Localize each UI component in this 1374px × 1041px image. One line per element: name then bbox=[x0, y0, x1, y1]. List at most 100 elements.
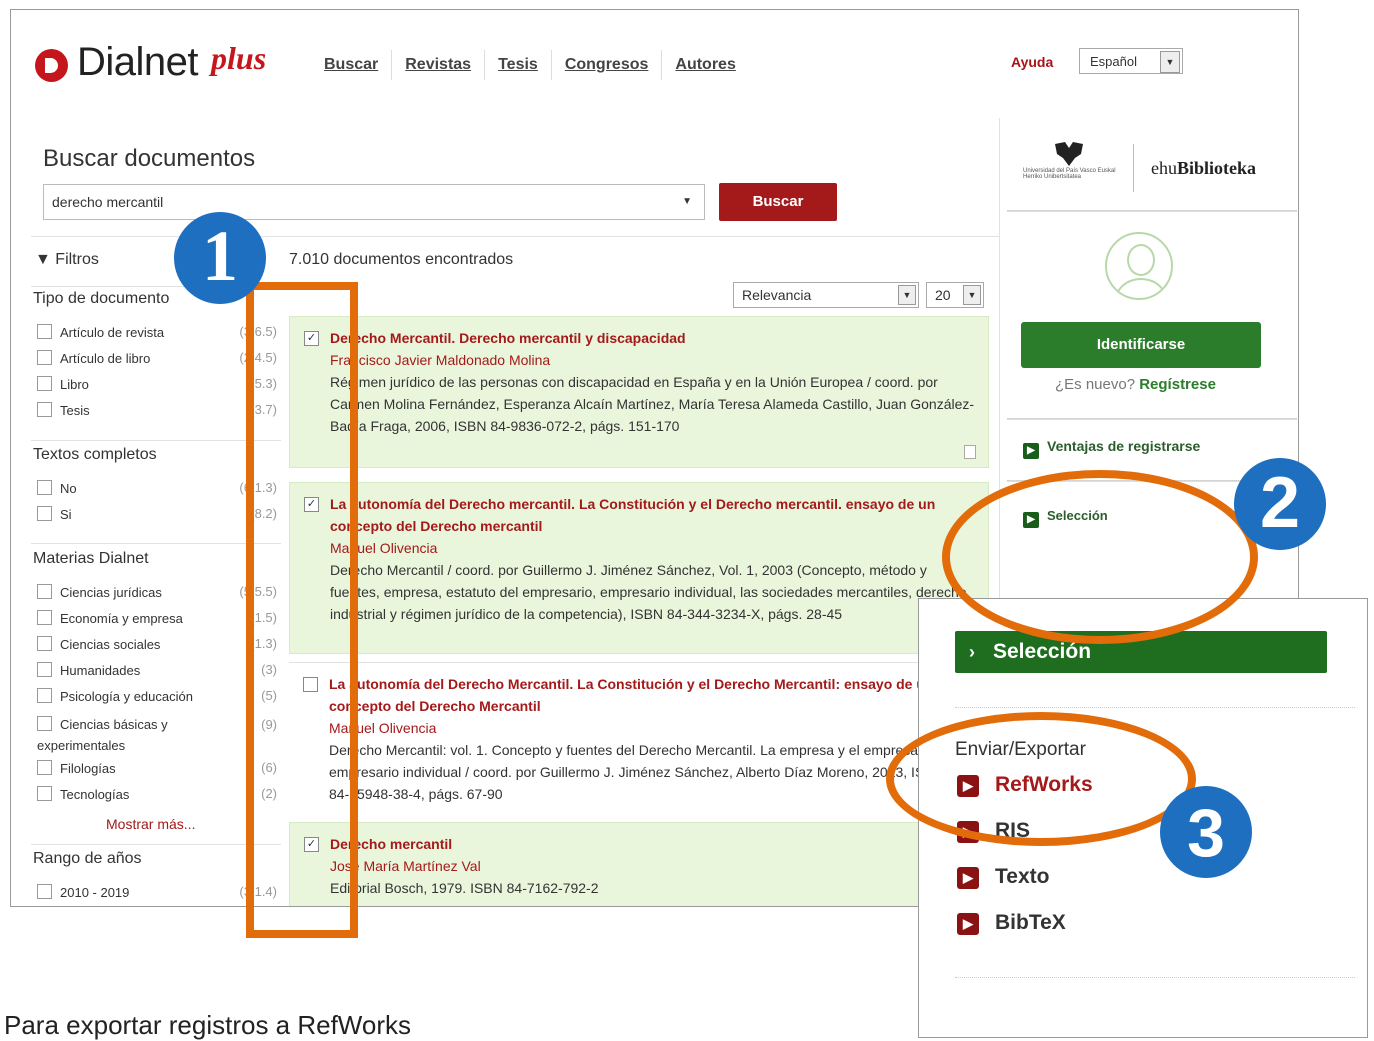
result-source: Régimen jurídico de las personas con dis… bbox=[330, 374, 975, 434]
facet-title-textos: Textos completos bbox=[33, 446, 157, 463]
page-title: Buscar documentos bbox=[43, 145, 256, 172]
result-title[interactable]: La autonomía del Derecho mercantil. La C… bbox=[330, 493, 978, 537]
highlight-checkbox-column bbox=[246, 282, 358, 938]
checkbox[interactable] bbox=[37, 760, 52, 775]
result-authors[interactable]: Manuel Olivencia bbox=[330, 537, 978, 559]
export-texto-label: Texto bbox=[995, 865, 1050, 888]
divider bbox=[31, 236, 999, 237]
divider bbox=[1007, 418, 1297, 420]
result-authors[interactable]: Francisco Javier Maldonado Molina bbox=[330, 349, 978, 371]
facet-option[interactable]: Psicología y educación (5) bbox=[37, 688, 277, 704]
filters-heading: ▼ Filtros bbox=[35, 251, 99, 269]
facet-option-label: Economía y empresa bbox=[60, 611, 183, 626]
result-title[interactable]: La autonomía del Derecho Mercantil. La C… bbox=[329, 673, 979, 717]
facet-option[interactable]: Tecnologías (2) bbox=[37, 786, 277, 802]
nav-revistas[interactable]: Revistas bbox=[391, 50, 484, 80]
arrow-right-icon: ▶ bbox=[1023, 443, 1039, 459]
facet-option[interactable]: Tesis (3.7) bbox=[37, 402, 277, 418]
export-bibtex[interactable]: ▶ BibTeX bbox=[957, 911, 1066, 935]
result-title[interactable]: Derecho Mercantil. Derecho mercantil y d… bbox=[330, 327, 978, 349]
top-nav: Buscar Revistas Tesis Congresos Autores bbox=[311, 50, 749, 80]
facet-option[interactable]: Ciencias básicas y experimentales (9) bbox=[37, 714, 277, 756]
facet-option-label: Filologías bbox=[60, 761, 116, 776]
register-link[interactable]: Regístrese bbox=[1139, 376, 1216, 393]
search-input[interactable]: derecho mercantil ▼ bbox=[43, 184, 705, 220]
checkbox[interactable] bbox=[37, 584, 52, 599]
checkbox[interactable] bbox=[37, 636, 52, 651]
nav-autores[interactable]: Autores bbox=[661, 50, 748, 80]
result-authors[interactable]: José María Martínez Val bbox=[330, 855, 978, 877]
facet-option-label: Si bbox=[60, 507, 72, 522]
facet-option[interactable]: Si (8.2) bbox=[37, 506, 277, 522]
facet-option[interactable]: Humanidades (3) bbox=[37, 662, 277, 678]
facet-option-label: 2010 - 2019 bbox=[60, 885, 130, 900]
nav-congresos[interactable]: Congresos bbox=[550, 50, 662, 80]
sort-select[interactable]: Relevancia ▼ bbox=[733, 282, 919, 308]
highlight-selection-ring bbox=[942, 470, 1258, 644]
checkbox[interactable] bbox=[37, 506, 52, 521]
checkbox[interactable] bbox=[37, 402, 52, 417]
search-button[interactable]: Buscar bbox=[719, 183, 837, 221]
register-prompt: ¿Es nuevo? Regístrese bbox=[1055, 376, 1216, 393]
checkbox[interactable] bbox=[37, 884, 52, 899]
checkbox[interactable] bbox=[37, 324, 52, 339]
checkbox[interactable] bbox=[37, 786, 52, 801]
facet-option[interactable]: Economía y empresa (1.5) bbox=[37, 610, 277, 626]
result-item[interactable]: ✓ Derecho Mercantil. Derecho mercantil y… bbox=[289, 316, 989, 468]
result-item[interactable]: La autonomía del Derecho Mercantil. La C… bbox=[289, 662, 989, 814]
nav-tesis[interactable]: Tesis bbox=[484, 50, 551, 80]
show-more-link[interactable]: Mostrar más... bbox=[106, 816, 195, 832]
language-value: Español bbox=[1090, 54, 1137, 69]
divider bbox=[955, 977, 1355, 978]
facet-option[interactable]: Filologías (6) bbox=[37, 760, 277, 776]
chevron-down-icon[interactable]: ▼ bbox=[682, 185, 692, 219]
divider bbox=[1007, 210, 1297, 212]
result-title[interactable]: Derecho mercantil bbox=[330, 833, 978, 855]
checkbox[interactable] bbox=[37, 610, 52, 625]
chevron-down-icon: ▼ bbox=[1160, 51, 1180, 73]
chevron-down-icon: ▼ bbox=[963, 285, 981, 305]
benefits-link[interactable]: ▶ Ventajas de registrarse bbox=[1023, 438, 1200, 459]
logo-plus: plus bbox=[211, 40, 267, 76]
facet-option[interactable]: Libro (5.3) bbox=[37, 376, 277, 392]
arrow-right-icon: ▶ bbox=[957, 867, 979, 889]
facet-option[interactable]: Ciencias jurídicas (5.5.5) bbox=[37, 584, 277, 600]
result-item[interactable]: ✓ Derecho mercantil José María Martínez … bbox=[289, 822, 989, 906]
highlight-export-ring bbox=[886, 712, 1196, 846]
facet-option[interactable]: No (6.1.3) bbox=[37, 480, 277, 496]
result-authors[interactable]: Manuel Olivencia bbox=[329, 717, 979, 739]
document-icon[interactable] bbox=[964, 445, 976, 459]
step-2-badge: 2 bbox=[1234, 458, 1326, 550]
facet-option[interactable]: Artículo de libro (2.4.5) bbox=[37, 350, 277, 366]
checkbox[interactable] bbox=[37, 716, 52, 731]
facet-option-label: No bbox=[60, 481, 77, 496]
divider bbox=[31, 543, 281, 544]
divider bbox=[31, 440, 281, 441]
nav-buscar[interactable]: Buscar bbox=[311, 50, 391, 80]
per-page-select[interactable]: 20 ▼ bbox=[926, 282, 984, 308]
export-texto[interactable]: ▶ Texto bbox=[957, 865, 1049, 889]
checkbox[interactable] bbox=[37, 662, 52, 677]
facet-option-label: Artículo de revista bbox=[60, 325, 165, 340]
per-page-value: 20 bbox=[935, 287, 951, 303]
language-select[interactable]: Español ▼ bbox=[1079, 48, 1183, 74]
facet-option[interactable]: Artículo de revista (3.6.5) bbox=[37, 324, 277, 340]
step-3-badge: 3 bbox=[1160, 786, 1252, 878]
caption: Para exportar registros a RefWorks bbox=[4, 1010, 411, 1040]
checkbox[interactable] bbox=[37, 350, 52, 365]
library-name-bold: Biblioteka bbox=[1177, 158, 1257, 178]
login-button[interactable]: Identificarse bbox=[1021, 322, 1261, 368]
dialnet-logo-mark-icon bbox=[35, 49, 68, 82]
result-item[interactable]: ✓ La autonomía del Derecho mercantil. La… bbox=[289, 482, 989, 654]
checkbox[interactable] bbox=[37, 688, 52, 703]
step-1-badge: 1 bbox=[174, 212, 266, 304]
facet-option-label: Artículo de libro bbox=[60, 351, 151, 366]
facet-option[interactable]: Ciencias sociales (1.3) bbox=[37, 636, 277, 652]
library-logo[interactable]: Universidad del País Vasco Euskal Herrik… bbox=[1023, 138, 1283, 198]
help-link[interactable]: Ayuda bbox=[1011, 54, 1053, 70]
checkbox[interactable] bbox=[37, 480, 52, 495]
facet-option[interactable]: 2010 - 2019 (3.1.4) bbox=[37, 884, 277, 900]
university-shield-icon bbox=[1055, 142, 1083, 166]
checkbox[interactable] bbox=[37, 376, 52, 391]
facet-option-label: Ciencias jurídicas bbox=[60, 585, 162, 600]
